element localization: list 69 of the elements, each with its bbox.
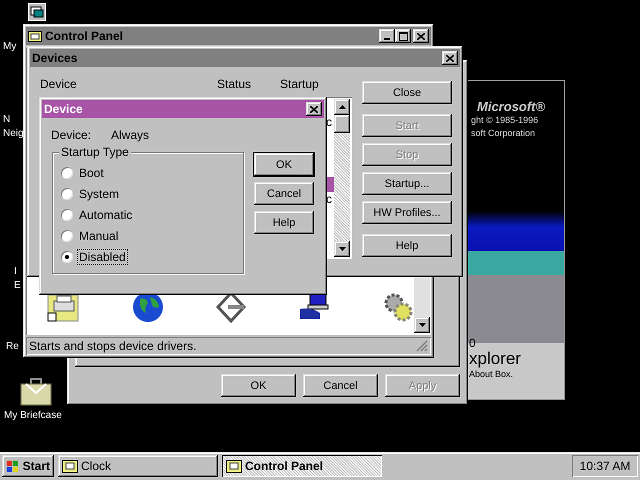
radio-label[interactable]: Automatic xyxy=(78,208,134,222)
taskbar-button[interactable]: Control Panel xyxy=(222,455,382,477)
brand-logo-text: Microsoft® xyxy=(477,99,546,114)
radio-button[interactable] xyxy=(61,209,73,221)
dialog-button[interactable]: Cancel xyxy=(303,374,378,397)
close-icon xyxy=(310,106,318,112)
desktop-icon-label[interactable]: N xyxy=(3,113,24,127)
status-text: Starts and stops device drivers. xyxy=(29,339,196,353)
window-icon xyxy=(226,459,242,473)
scroll-thumb[interactable] xyxy=(334,115,350,133)
device-value: Always xyxy=(111,128,150,142)
radio-button[interactable] xyxy=(61,167,73,179)
taskbar-button-label: Clock xyxy=(81,459,112,473)
scroll-up-button[interactable] xyxy=(334,99,350,115)
desktop-icon-label[interactable]: E xyxy=(14,279,21,293)
desktop-icon-label[interactable]: Re xyxy=(6,340,19,354)
dialog-button[interactable]: OK xyxy=(221,374,296,397)
up-arrow-icon xyxy=(338,105,346,109)
resize-grip-icon[interactable] xyxy=(416,340,428,352)
window-title: Device xyxy=(44,102,84,116)
dialog-button[interactable]: Help xyxy=(254,211,314,234)
window-icon[interactable] xyxy=(28,3,46,21)
version-text: 0 xyxy=(469,337,477,349)
taskbar-button-label: Control Panel xyxy=(245,459,324,473)
radio-label[interactable]: Manual xyxy=(78,229,120,243)
folder-icon xyxy=(28,30,42,42)
briefcase-icon[interactable] xyxy=(20,376,52,406)
maximize-icon xyxy=(398,32,408,40)
dialog-button[interactable]: HW Profiles... xyxy=(362,201,452,224)
windows-flag-icon xyxy=(6,458,20,474)
down-arrow-icon xyxy=(338,247,346,251)
close-icon xyxy=(446,54,454,62)
window-title: Devices xyxy=(32,51,78,65)
close-button[interactable] xyxy=(306,102,322,116)
column-header: Device xyxy=(40,77,77,91)
group-title: Startup Type xyxy=(59,145,131,159)
desktop-icon-label[interactable]: Neig xyxy=(3,127,24,141)
down-arrow-icon xyxy=(418,323,426,327)
window-icon xyxy=(62,459,78,473)
desktop-icon-label[interactable]: My xyxy=(3,40,16,54)
dialog-button[interactable]: Close xyxy=(362,81,452,104)
dialog-button[interactable]: Help xyxy=(362,234,452,257)
dialog-button[interactable]: Cancel xyxy=(254,182,314,205)
radio-label[interactable]: Disabled xyxy=(78,250,127,264)
start-button[interactable]: Start xyxy=(2,455,54,477)
close-icon xyxy=(417,32,425,40)
dialog-button[interactable]: OK xyxy=(254,153,314,176)
radio-button[interactable] xyxy=(61,251,73,263)
about-box-caption: About Box. xyxy=(469,369,514,379)
radio-button[interactable] xyxy=(61,230,73,242)
radio-button[interactable] xyxy=(61,188,73,200)
radio-label[interactable]: Boot xyxy=(78,166,105,180)
gears-icon[interactable] xyxy=(382,291,414,323)
window-title: Control Panel xyxy=(45,29,124,43)
column-header: Startup xyxy=(280,77,319,91)
desktop-icon-label[interactable]: My Briefcase xyxy=(4,409,62,423)
dialog-button[interactable]: Startup... xyxy=(362,172,452,195)
product-name: xplorer xyxy=(469,349,522,369)
desktop-icon-label[interactable]: I xyxy=(14,265,21,279)
scroll-down-button[interactable] xyxy=(334,241,350,257)
start-label: Start xyxy=(22,459,50,473)
scroll-down-button[interactable] xyxy=(414,317,430,333)
taskbar-button[interactable]: Clock xyxy=(58,455,218,477)
copyright-text: soft Corporation xyxy=(471,127,536,140)
device-label: Device: xyxy=(51,128,92,142)
column-header: Status xyxy=(217,77,252,91)
radio-label[interactable]: System xyxy=(78,187,120,201)
clock-time: 10:37 AM xyxy=(580,459,630,473)
copyright-text: ght © 1985-1996 xyxy=(471,114,540,127)
